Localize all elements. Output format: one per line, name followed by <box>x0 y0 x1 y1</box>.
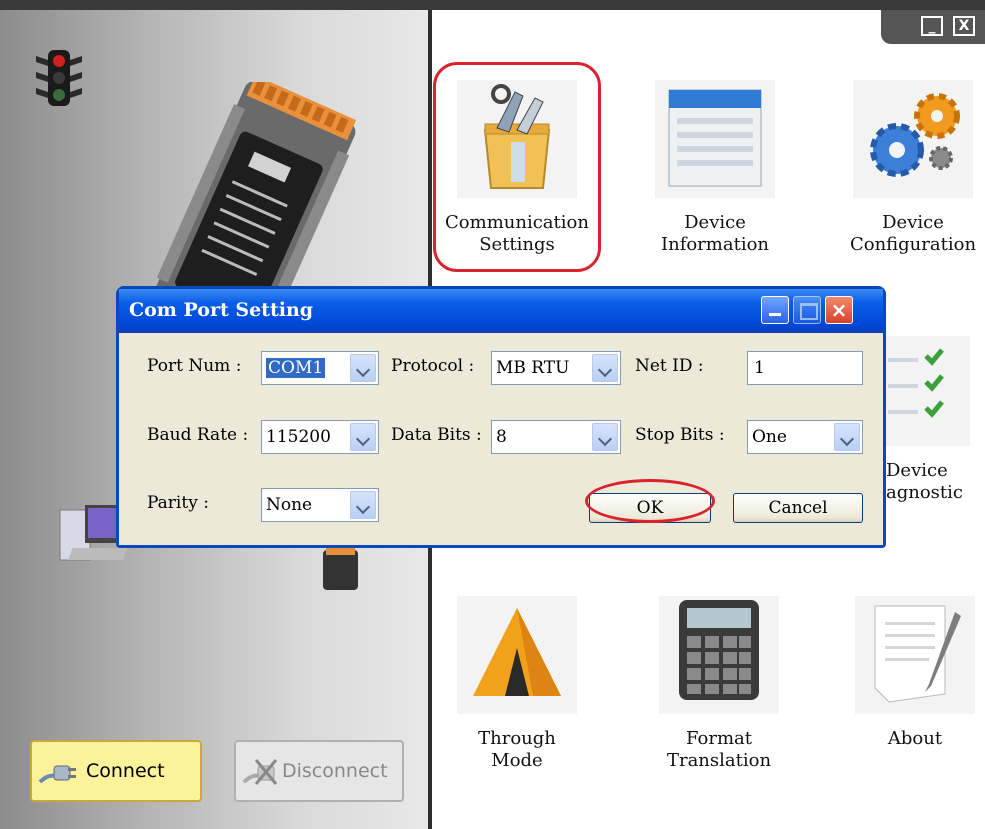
chevron-down-icon[interactable] <box>350 423 376 451</box>
chevron-down-icon[interactable] <box>350 354 376 382</box>
stop-bits-value: One <box>752 427 787 447</box>
device-small-icon <box>323 547 358 590</box>
dialog-titlebar[interactable]: Com Port Setting × <box>119 289 883 333</box>
tile-label-line1: Device <box>882 212 944 233</box>
parity-label: Parity : <box>147 493 209 513</box>
connect-button[interactable]: Connect <box>30 740 202 802</box>
baud-rate-label: Baud Rate : <box>147 425 249 445</box>
tile-label-line2: agnostic <box>886 482 963 503</box>
window-close-button[interactable]: X <box>953 16 975 36</box>
dialog-body: Port Num : COM1 Protocol : MB RTU Net ID… <box>119 333 883 545</box>
connect-label: Connect <box>86 760 165 782</box>
document-window-icon <box>655 80 775 198</box>
tent-icon <box>457 596 577 714</box>
tile-device-diagnostic[interactable]: Device agnostic <box>886 460 963 504</box>
window-controls: _ X <box>881 10 985 44</box>
window-top-bar <box>0 0 985 10</box>
tile-label-line1: Device <box>684 212 746 233</box>
data-bits-label: Data Bits : <box>391 425 482 445</box>
tile-label-line1: Device <box>886 460 948 481</box>
tile-label-line1: About <box>887 728 943 749</box>
traffic-light-icon <box>36 50 82 106</box>
baud-rate-value: 115200 <box>266 427 331 447</box>
stop-bits-select[interactable]: One <box>747 420 863 454</box>
tile-device-information[interactable]: Device Information <box>640 80 790 256</box>
dialog-maximize-button[interactable] <box>793 296 821 324</box>
tile-label-line2: Translation <box>666 750 772 771</box>
chevron-down-icon[interactable] <box>592 354 618 382</box>
tile-about[interactable]: About <box>840 596 985 750</box>
dialog-title: Com Port Setting <box>129 299 314 321</box>
checklist-icon <box>880 336 970 446</box>
net-id-input[interactable]: 1 <box>747 351 863 385</box>
calculator-icon <box>659 596 779 714</box>
baud-rate-select[interactable]: 115200 <box>261 420 379 454</box>
com-port-setting-dialog: Com Port Setting × Port Num : COM1 Proto… <box>116 286 886 548</box>
cancel-button[interactable]: Cancel <box>733 493 863 523</box>
net-id-label: Net ID : <box>635 356 704 376</box>
protocol-select[interactable]: MB RTU <box>491 351 621 385</box>
gears-icon <box>853 80 973 198</box>
highlight-circle-ok <box>585 479 715 523</box>
chevron-down-icon[interactable] <box>592 423 618 451</box>
dialog-close-button[interactable]: × <box>825 296 853 324</box>
tile-label-line1: Format <box>686 728 752 749</box>
maximize-icon <box>800 303 818 320</box>
parity-select[interactable]: None <box>261 488 379 522</box>
tile-label-line2: Configuration <box>849 234 977 255</box>
port-num-select[interactable]: COM1 <box>261 351 379 385</box>
tile-device-configuration[interactable]: Device Configuration <box>838 80 985 256</box>
stop-bits-label: Stop Bits : <box>635 425 725 445</box>
data-bits-value: 8 <box>496 427 507 447</box>
tile-format-translation[interactable]: Format Translation <box>644 596 794 772</box>
tile-through-mode[interactable]: Through Mode <box>442 596 592 772</box>
chevron-down-icon[interactable] <box>350 491 376 519</box>
protocol-value: MB RTU <box>496 358 570 378</box>
notepad-icon <box>855 596 975 714</box>
tile-label-line2: Mode <box>491 750 543 771</box>
net-id-value: 1 <box>754 358 765 378</box>
tile-label-line1: Through <box>478 728 556 749</box>
highlight-circle-communication <box>433 62 601 272</box>
parity-value: None <box>266 495 313 515</box>
minimize-icon <box>769 313 781 316</box>
port-num-value: COM1 <box>266 358 326 378</box>
disconnect-label: Disconnect <box>282 760 388 782</box>
chevron-down-icon[interactable] <box>834 423 860 451</box>
data-bits-select[interactable]: 8 <box>491 420 621 454</box>
port-num-label: Port Num : <box>147 356 242 376</box>
disconnect-button[interactable]: Disconnect <box>234 740 404 802</box>
tile-label-line2: Information <box>660 234 770 255</box>
dialog-minimize-button[interactable] <box>761 296 789 324</box>
plug-icon <box>38 765 76 784</box>
unplug-icon <box>242 759 278 785</box>
protocol-label: Protocol : <box>391 356 475 376</box>
window-minimize-button[interactable]: _ <box>921 16 943 36</box>
